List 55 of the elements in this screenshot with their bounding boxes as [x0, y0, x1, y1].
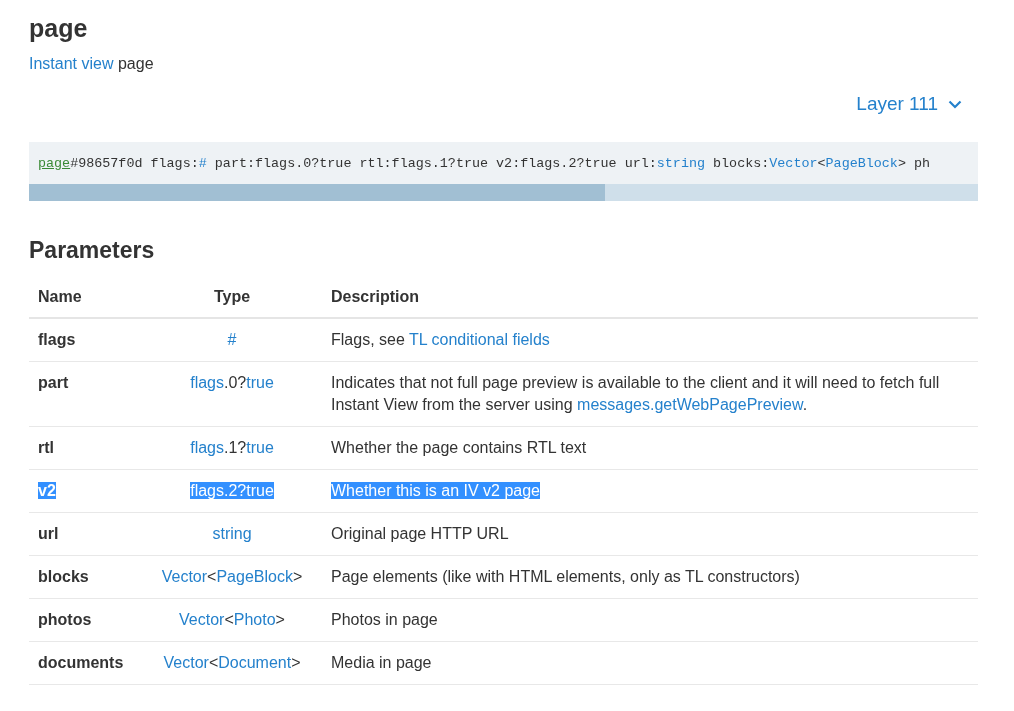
column-header: Type — [213, 288, 251, 305]
parameter-description: Original page HTTP URL — [331, 525, 509, 542]
parameter-description: Indicates that not full page preview is available to the client and it will need to fetch full Instant View from the server using messages.getWebPagePreview. — [331, 374, 940, 413]
parameter-type: Vector<PageBlock> — [161, 568, 303, 585]
parameter-description: Page elements (like with HTML elements, only as TL constructors) — [331, 568, 800, 585]
constructor-code: page#98657f0d flags:# part:flags.0?true rtl:flags.1?true v2:flags.2?true url:string blocks:Vector<PageBlock> ph — [37, 155, 932, 173]
page-title: page — [29, 14, 89, 43]
parameter-description: Whether the page contains RTL text — [331, 439, 587, 456]
type-link[interactable]: Vector — [161, 568, 208, 585]
parameter-name: v2 — [38, 482, 56, 499]
code-link[interactable]: PageBlock — [825, 156, 898, 171]
code-link[interactable]: Vector — [769, 156, 818, 171]
layer-dropdown[interactable]: Layer 111 — [856, 93, 962, 115]
parameter-type: flags.2?true — [190, 482, 274, 499]
type-link[interactable]: true — [246, 482, 274, 499]
section-heading: Parameters — [29, 237, 156, 264]
parameter-name: url — [38, 525, 59, 542]
code-link[interactable]: string — [656, 156, 705, 171]
type-link[interactable]: flags — [190, 482, 224, 499]
parameter-name: part — [38, 374, 69, 391]
parameter-type: flags.0?true — [190, 374, 274, 391]
scrollbar-thumb[interactable] — [29, 184, 606, 201]
type-link[interactable]: true — [246, 439, 274, 456]
parameter-name: documents — [38, 654, 124, 671]
parameter-type: Vector<Document> — [163, 654, 301, 671]
breadcrumb-link[interactable]: Instant view — [29, 55, 114, 72]
chevron-down-icon — [948, 99, 962, 109]
parameter-description: Media in page — [331, 654, 432, 671]
column-header: Name — [38, 288, 82, 305]
column-header: Description — [331, 288, 419, 305]
parameter-name: blocks — [38, 568, 89, 585]
code-link[interactable]: page — [38, 156, 71, 171]
description-link[interactable]: TL conditional fields — [408, 331, 550, 348]
type-link[interactable]: flags — [190, 439, 224, 456]
parameter-name: photos — [38, 611, 92, 628]
parameter-name: rtl — [38, 439, 54, 456]
scrollbar[interactable] — [29, 184, 978, 201]
description-link[interactable]: messages.getWebPagePreview — [577, 396, 803, 413]
parameter-type: flags.1?true — [190, 439, 274, 456]
type-link[interactable]: # — [227, 331, 237, 348]
type-link[interactable]: Vector — [179, 611, 225, 628]
type-link[interactable]: PageBlock — [216, 568, 293, 585]
parameter-name: flags — [38, 331, 76, 348]
type-link[interactable]: flags — [190, 374, 224, 391]
parameter-description: Flags, see TL conditional fields — [331, 331, 550, 348]
parameter-description: Whether this is an IV v2 page — [331, 482, 540, 499]
parameter-description: Photos in page — [331, 611, 438, 628]
type-link[interactable]: string — [212, 525, 252, 542]
parameter-type: Vector<Photo> — [179, 611, 285, 628]
code-link[interactable]: # — [198, 156, 207, 171]
type-link[interactable]: Vector — [163, 654, 209, 671]
type-link[interactable]: true — [246, 374, 274, 391]
breadcrumb: Instant view page — [29, 55, 155, 73]
type-link[interactable]: Photo — [233, 611, 276, 628]
type-link[interactable]: Document — [218, 654, 292, 671]
